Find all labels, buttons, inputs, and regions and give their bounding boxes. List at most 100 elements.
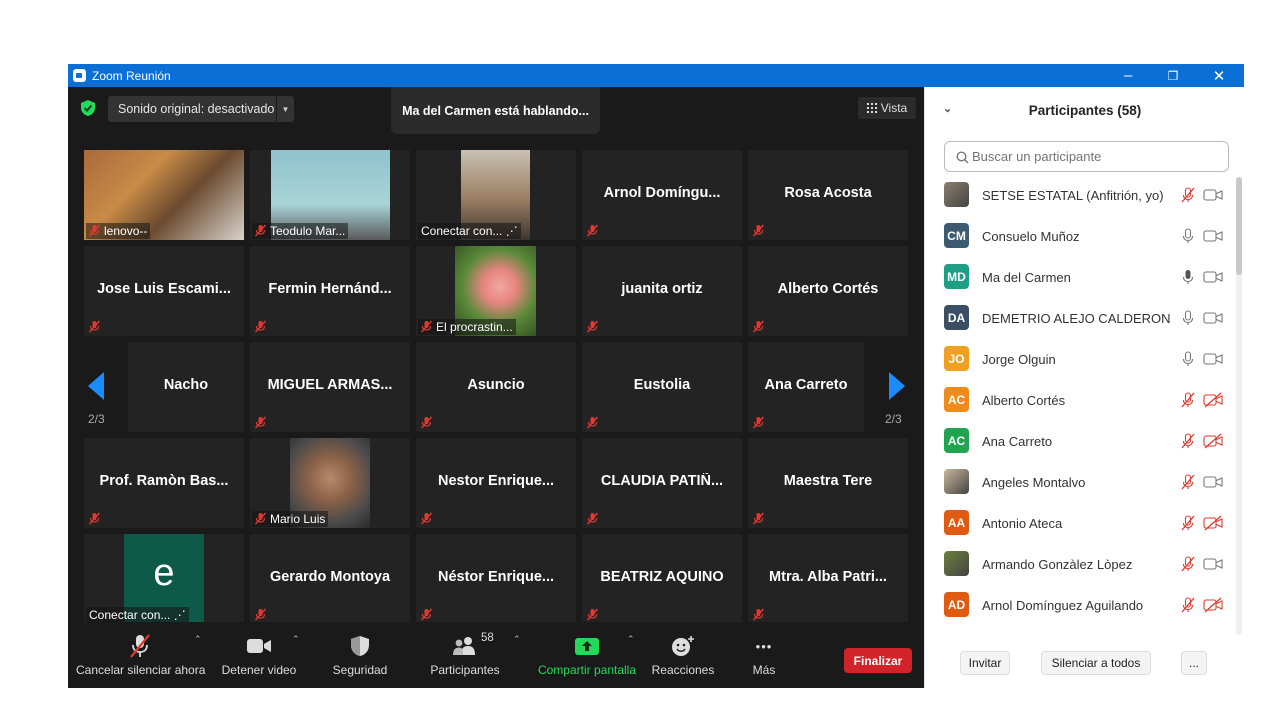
participant-name: Mtra. Alba Patri... [769, 569, 887, 585]
participants-options-chevron-icon[interactable]: ⌃ [513, 634, 521, 645]
avatar-initials: CM [947, 228, 966, 243]
avatar-letter: e [153, 552, 175, 594]
security-button[interactable]: Seguridad [326, 632, 394, 684]
participant-list-scrollbar[interactable] [1236, 177, 1242, 635]
video-off-icon[interactable] [1203, 392, 1223, 408]
more-button[interactable]: ••• Más [742, 632, 786, 684]
participant-video-tile[interactable]: MIGUEL ARMAS... [250, 342, 410, 432]
video-options-chevron-icon[interactable]: ⌃ [292, 634, 300, 645]
participant-video-tile[interactable]: Asuncio [416, 342, 576, 432]
reactions-button[interactable]: Reacciones [650, 632, 716, 684]
participant-video-tile[interactable]: Maestra Tere [748, 438, 908, 528]
collapse-chevron-icon[interactable]: ⌄ [943, 102, 952, 115]
participant-search-input[interactable] [972, 142, 1222, 171]
microphone-muted-icon[interactable] [1180, 392, 1196, 408]
participant-video-tile[interactable]: Fermin Hernánd... [250, 246, 410, 336]
video-camera-icon[interactable] [1203, 351, 1223, 367]
unmute-button[interactable]: Cancelar silenciar ahora [76, 632, 205, 684]
panel-more-button[interactable]: ... [1181, 651, 1207, 675]
participant-video-tile[interactable]: Prof. Ramòn Bas... [84, 438, 244, 528]
microphone-muted-icon[interactable] [1180, 556, 1196, 572]
microphone-muted-icon [586, 512, 599, 525]
participant-row[interactable] [925, 626, 1235, 633]
video-off-icon[interactable] [1203, 433, 1223, 449]
mute-all-button[interactable]: Silenciar a todos [1041, 651, 1151, 675]
minimize-button[interactable]: – [1105, 64, 1151, 87]
video-camera-icon[interactable] [1203, 556, 1223, 572]
close-button[interactable]: ✕ [1196, 64, 1242, 87]
participant-row[interactable]: AC Ana Carreto [925, 421, 1235, 462]
participant-row[interactable]: AD Arnol Domínguez Aguilando [925, 585, 1235, 626]
microphone-muted-icon[interactable] [1180, 515, 1196, 531]
participant-row[interactable]: AA Antonio Ateca [925, 503, 1235, 544]
participant-video-tile[interactable]: CLAUDIA PATIÑ... [582, 438, 742, 528]
participant-video-tile[interactable]: Teodulo Mar... [250, 150, 410, 240]
participant-video-tile[interactable]: Nacho [128, 342, 244, 432]
microphone-muted-icon[interactable] [1180, 597, 1196, 613]
participant-video-tile[interactable]: Mario Luis [250, 438, 410, 528]
participant-row[interactable]: MD Ma del Carmen [925, 257, 1235, 298]
participant-video-tile[interactable]: Rosa Acosta [748, 150, 908, 240]
participant-row[interactable]: Armando Gonzàlez Lòpez [925, 544, 1235, 585]
video-camera-icon[interactable] [1203, 269, 1223, 285]
participant-list-name: SETSE ESTATAL (Anfitrión, yo) [982, 188, 1164, 203]
stop-video-button[interactable]: Detener video [218, 632, 300, 684]
microphone-icon[interactable] [1180, 310, 1196, 326]
participant-video-tile[interactable]: lenovo-- [84, 150, 244, 240]
participant-video-tile[interactable]: e Conectar con... ⋰ [84, 534, 244, 624]
microphone-muted-icon[interactable] [1180, 474, 1196, 490]
avatar-initials: AC [947, 433, 966, 448]
participant-video-tile[interactable]: Jose Luis Escami... [84, 246, 244, 336]
participant-row[interactable]: SETSE ESTATAL (Anfitrión, yo) [925, 175, 1235, 216]
video-off-icon[interactable] [1203, 597, 1223, 613]
participant-video-tile[interactable]: Ana Carreto [748, 342, 864, 432]
participant-video-tile[interactable]: Arnol Domíngu... [582, 150, 742, 240]
microphone-icon[interactable] [1180, 228, 1196, 244]
microphone-muted-icon [752, 320, 765, 333]
meeting-toolbar: Cancelar silenciar ahora ⌃ Detener video… [68, 622, 924, 688]
participant-video-tile[interactable]: Conectar con... ⋰ [416, 150, 576, 240]
participant-list-name: Alberto Cortés [982, 393, 1066, 408]
participant-video-tile[interactable]: El procrastin... [416, 246, 576, 336]
microphone-muted-icon[interactable] [1180, 433, 1196, 449]
scrollbar-thumb[interactable] [1236, 177, 1242, 275]
share-screen-icon [575, 638, 599, 655]
microphone-icon[interactable] [1180, 351, 1196, 367]
participant-video-tile[interactable]: Alberto Cortés [748, 246, 908, 336]
microphone-icon[interactable] [1180, 269, 1196, 285]
video-camera-icon[interactable] [1203, 310, 1223, 326]
invite-button[interactable]: Invitar [960, 651, 1010, 675]
video-camera-icon[interactable] [1203, 187, 1223, 203]
original-sound-button[interactable]: Sonido original: desactivado ▼ [108, 96, 294, 122]
participant-row[interactable]: AC Alberto Cortés [925, 380, 1235, 421]
microphone-muted-icon[interactable] [1180, 187, 1196, 203]
share-options-chevron-icon[interactable]: ⌃ [627, 634, 635, 645]
participants-button[interactable]: 58 Participantes [428, 632, 502, 684]
participant-video-tile[interactable]: juanita ortiz [582, 246, 742, 336]
participant-video-tile[interactable]: Nestor Enrique... [416, 438, 576, 528]
chevron-down-icon[interactable]: ▼ [276, 96, 294, 122]
video-camera-icon[interactable] [1203, 228, 1223, 244]
view-button[interactable]: Vista [858, 97, 916, 119]
participants-panel-footer: Invitar Silenciar a todos ... [925, 651, 1245, 679]
participant-name: Rosa Acosta [784, 185, 872, 201]
encryption-shield-icon[interactable] [80, 99, 96, 117]
participant-row[interactable]: DA DEMETRIO ALEJO CALDERON [925, 298, 1235, 339]
participant-row[interactable]: JO Jorge Olguin [925, 339, 1235, 380]
video-off-icon[interactable] [1203, 515, 1223, 531]
participant-video-tile[interactable]: Néstor Enrique... [416, 534, 576, 624]
participant-search[interactable] [944, 141, 1229, 172]
audio-options-chevron-icon[interactable]: ⌃ [194, 634, 202, 645]
end-meeting-button[interactable]: Finalizar [844, 648, 912, 673]
previous-page-icon[interactable] [88, 372, 104, 400]
participant-video-tile[interactable]: Mtra. Alba Patri... [748, 534, 908, 624]
participant-row[interactable]: Angeles Montalvo [925, 462, 1235, 503]
next-page-icon[interactable] [889, 372, 905, 400]
participant-video-tile[interactable]: BEATRIZ AQUINO [582, 534, 742, 624]
participant-video-tile[interactable]: Gerardo Montoya [250, 534, 410, 624]
participant-video-tile[interactable]: Eustolia [582, 342, 742, 432]
restore-button[interactable]: ❐ [1150, 64, 1196, 87]
share-screen-button[interactable]: Compartir pantalla [534, 632, 640, 684]
participant-row[interactable]: CM Consuelo Muñoz [925, 216, 1235, 257]
video-camera-icon[interactable] [1203, 474, 1223, 490]
